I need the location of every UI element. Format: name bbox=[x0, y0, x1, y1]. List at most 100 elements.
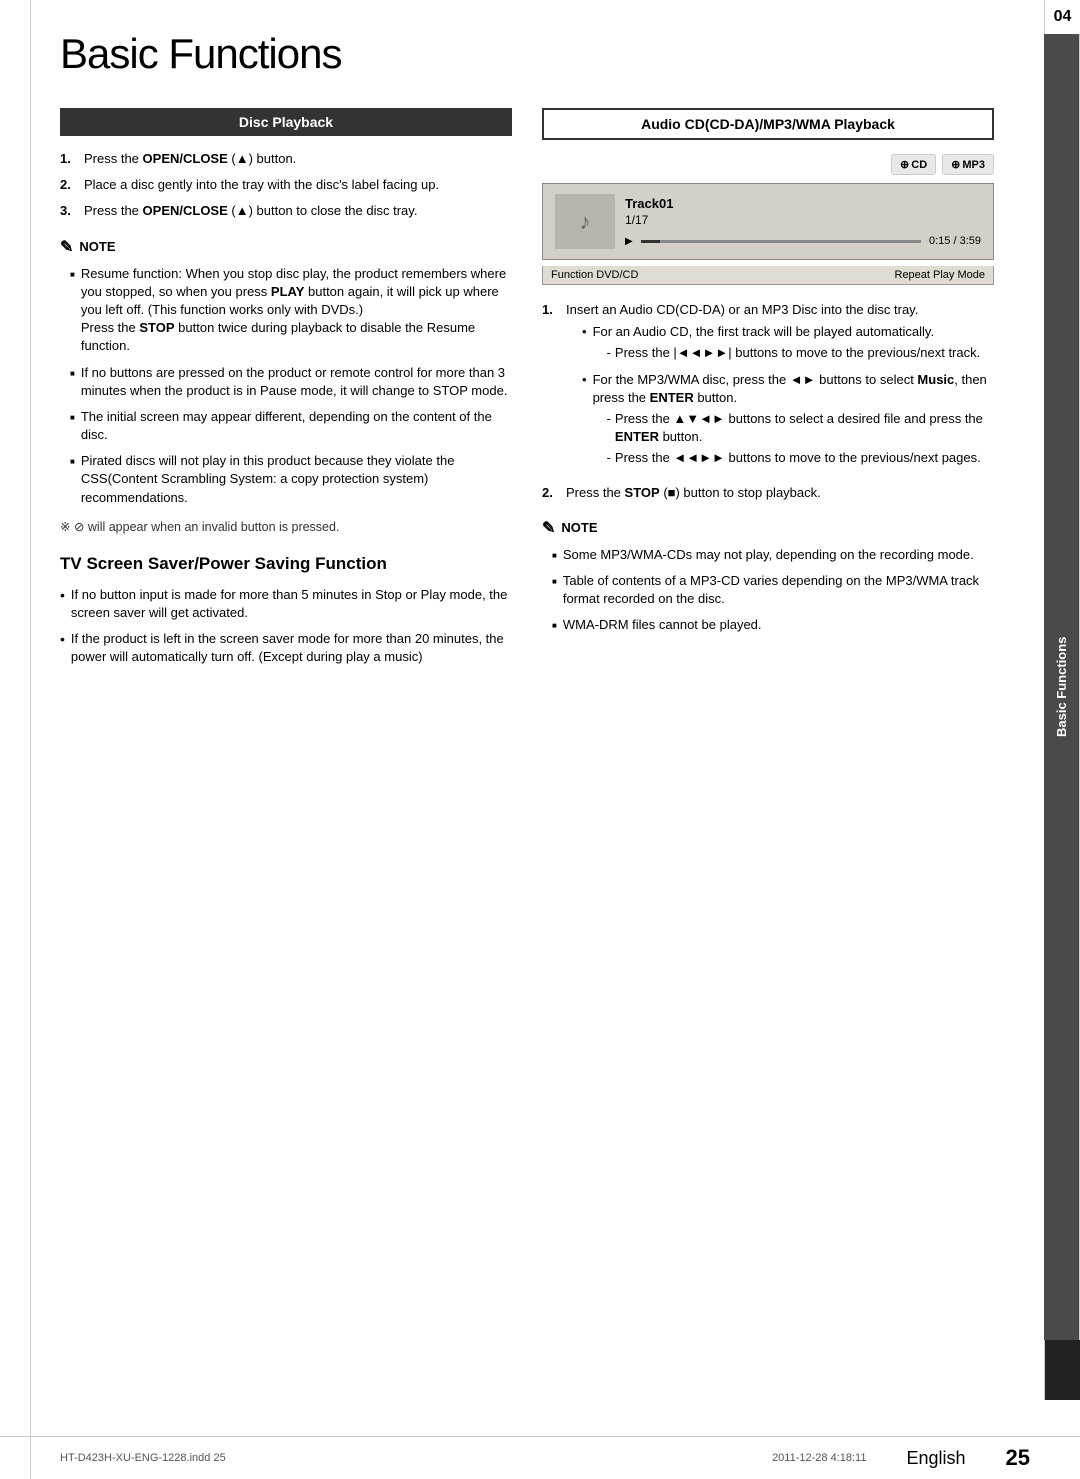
note-list-right: Some MP3/WMA-CDs may not play, depending… bbox=[552, 546, 994, 635]
cd-icon-symbol: ⊕ bbox=[900, 158, 909, 171]
cd-function-label: Function DVD/CD bbox=[551, 269, 638, 281]
cd-display-wrapper: ♪ Track01 1/17 ▶ 0:15 / 3:59 bbox=[542, 183, 994, 285]
left-border bbox=[30, 0, 31, 1479]
cd-icons-row: ⊕ CD ⊕ MP3 bbox=[542, 154, 994, 175]
tv-bullet-2-text: If the product is left in the screen sav… bbox=[71, 630, 512, 666]
cd-icon-label: CD bbox=[911, 159, 927, 171]
audio-step-1-content: Insert an Audio CD(CD-DA) or an MP3 Disc… bbox=[566, 301, 994, 476]
audio-subsub-2: Press the ▲▼◄► buttons to select a desir… bbox=[607, 410, 994, 468]
tv-bullet-1-text: If no button input is made for more than… bbox=[71, 586, 512, 622]
mp3-icon-label: MP3 bbox=[962, 159, 985, 171]
note-item-3: The initial screen may appear different,… bbox=[70, 408, 512, 444]
note-item-4-text: Pirated discs will not play in this prod… bbox=[81, 452, 512, 507]
audio-step-1-subs: For an Audio CD, the first track will be… bbox=[582, 323, 994, 470]
right-column: Audio CD(CD-DA)/MP3/WMA Playback ⊕ CD ⊕ … bbox=[542, 108, 994, 675]
invalid-note: ※ ⊘ will appear when an invalid button i… bbox=[60, 519, 512, 534]
two-column-layout: Disc Playback 1. Press the OPEN/CLOSE (▲… bbox=[60, 108, 994, 675]
audio-subsub-2-text2: Press the ◄◄►► buttons to move to the pr… bbox=[615, 449, 981, 467]
note-item-4: Pirated discs will not play in this prod… bbox=[70, 452, 512, 507]
audio-subsub-1-text: Press the |◄◄►►| buttons to move to the … bbox=[615, 344, 980, 362]
step-2-text: Place a disc gently into the tray with t… bbox=[84, 176, 439, 194]
audio-sub-2-content: For the MP3/WMA disc, press the ◄► butto… bbox=[593, 371, 994, 471]
cd-play-icon: ▶ bbox=[625, 236, 633, 247]
audio-step-2-num: 2. bbox=[542, 484, 560, 502]
audio-steps: 1. Insert an Audio CD(CD-DA) or an MP3 D… bbox=[542, 301, 994, 502]
step-1-text: Press the OPEN/CLOSE (▲) button. bbox=[84, 150, 296, 168]
audio-subsub-1-item: Press the |◄◄►►| buttons to move to the … bbox=[607, 344, 981, 362]
tv-bullet-1: If no button input is made for more than… bbox=[60, 586, 512, 622]
page-wrapper: 04 Basic Functions Basic Functions Disc … bbox=[0, 0, 1080, 1479]
right-note-item-2-text: Table of contents of a MP3-CD varies dep… bbox=[563, 572, 994, 608]
tv-bullet-2: If the product is left in the screen sav… bbox=[60, 630, 512, 666]
audio-sub-1-text: For an Audio CD, the first track will be… bbox=[593, 324, 935, 339]
disc-playback-note: ✎ NOTE Resume function: When you stop di… bbox=[60, 237, 512, 534]
mp3-icon-symbol: ⊕ bbox=[951, 158, 960, 171]
step-3-num: 3. bbox=[60, 202, 78, 220]
note-item-1-text: Resume function: When you stop disc play… bbox=[81, 265, 512, 356]
step-2-num: 2. bbox=[60, 176, 78, 194]
cd-track-name: Track01 bbox=[625, 196, 981, 211]
note-list-left: Resume function: When you stop disc play… bbox=[70, 265, 512, 507]
step-3: 3. Press the OPEN/CLOSE (▲) button to cl… bbox=[60, 202, 512, 220]
audio-subsub-2-text1: Press the ▲▼◄► buttons to select a desir… bbox=[615, 410, 994, 446]
side-tab-decoration bbox=[1044, 1340, 1080, 1400]
note-icon-right: ✎ bbox=[542, 518, 555, 538]
cd-icon: ⊕ CD bbox=[891, 154, 936, 175]
cd-controls-row: Function DVD/CD Repeat Play Mode bbox=[542, 266, 994, 285]
right-note-item-3-text: WMA-DRM files cannot be played. bbox=[563, 616, 762, 634]
audio-note-section: ✎ NOTE Some MP3/WMA-CDs may not play, de… bbox=[542, 518, 994, 635]
page-footer: HT-D423H-XU-ENG-1228.indd 25 2011-12-28 … bbox=[0, 1436, 1080, 1479]
note-label-left: NOTE bbox=[79, 239, 115, 254]
step-1-num: 1. bbox=[60, 150, 78, 168]
note-title-right: ✎ NOTE bbox=[542, 518, 994, 538]
footer-file: HT-D423H-XU-ENG-1228.indd 25 bbox=[60, 1452, 226, 1464]
right-note-item-1: Some MP3/WMA-CDs may not play, depending… bbox=[552, 546, 994, 564]
note-item-2-text: If no buttons are pressed on the product… bbox=[81, 364, 512, 400]
audio-subsub-1: Press the |◄◄►►| buttons to move to the … bbox=[607, 344, 981, 362]
disc-playback-header: Disc Playback bbox=[60, 108, 512, 136]
note-label-right: NOTE bbox=[561, 520, 597, 535]
audio-subsub-2-item2: Press the ◄◄►► buttons to move to the pr… bbox=[607, 449, 994, 467]
audio-step-1-text: Insert an Audio CD(CD-DA) or an MP3 Disc… bbox=[566, 302, 918, 317]
note-item-1: Resume function: When you stop disc play… bbox=[70, 265, 512, 356]
cd-player-display: ♪ Track01 1/17 ▶ 0:15 / 3:59 bbox=[542, 183, 994, 260]
note-item-3-text: The initial screen may appear different,… bbox=[81, 408, 512, 444]
note-title-left: ✎ NOTE bbox=[60, 237, 512, 257]
cd-progress-row: ▶ 0:15 / 3:59 bbox=[625, 235, 981, 247]
cd-track-info: Track01 1/17 ▶ 0:15 / 3:59 bbox=[625, 196, 981, 247]
note-item-2: If no buttons are pressed on the product… bbox=[70, 364, 512, 400]
tv-screen-saver-title: TV Screen Saver/Power Saving Function bbox=[60, 554, 512, 574]
english-label: English bbox=[906, 1448, 965, 1469]
audio-sub-2-text: For the MP3/WMA disc, press the ◄► butto… bbox=[593, 372, 987, 405]
left-column: Disc Playback 1. Press the OPEN/CLOSE (▲… bbox=[60, 108, 512, 675]
cd-note-image: ♪ bbox=[555, 194, 615, 249]
step-3-text: Press the OPEN/CLOSE (▲) button to close… bbox=[84, 202, 417, 220]
right-note-item-2: Table of contents of a MP3-CD varies dep… bbox=[552, 572, 994, 608]
side-tab: 04 Basic Functions bbox=[1044, 0, 1080, 1400]
tv-screen-saver-bullets: If no button input is made for more than… bbox=[60, 586, 512, 667]
disc-playback-steps: 1. Press the OPEN/CLOSE (▲) button. 2. P… bbox=[60, 150, 512, 221]
audio-step-1-num: 1. bbox=[542, 301, 560, 476]
note-icon-left: ✎ bbox=[60, 237, 73, 257]
chapter-number: 04 bbox=[1044, 0, 1080, 34]
audio-playback-header: Audio CD(CD-DA)/MP3/WMA Playback bbox=[542, 108, 994, 140]
audio-sub-1-content: For an Audio CD, the first track will be… bbox=[593, 323, 981, 365]
tv-screen-saver-section: TV Screen Saver/Power Saving Function If… bbox=[60, 554, 512, 667]
page-title: Basic Functions bbox=[60, 30, 994, 78]
page-number: 25 bbox=[1006, 1445, 1030, 1471]
step-2: 2. Place a disc gently into the tray wit… bbox=[60, 176, 512, 194]
cd-progress-bar bbox=[641, 240, 921, 243]
music-note-icon: ♪ bbox=[580, 209, 591, 235]
audio-step-2: 2. Press the STOP (■) button to stop pla… bbox=[542, 484, 994, 502]
right-note-item-3: WMA-DRM files cannot be played. bbox=[552, 616, 994, 634]
cd-progress-fill bbox=[641, 240, 661, 243]
audio-sub-2: For the MP3/WMA disc, press the ◄► butto… bbox=[582, 371, 994, 471]
mp3-icon: ⊕ MP3 bbox=[942, 154, 994, 175]
audio-sub-1: For an Audio CD, the first track will be… bbox=[582, 323, 994, 365]
chapter-label: Basic Functions bbox=[1044, 34, 1080, 1340]
audio-subsub-2-item1: Press the ▲▼◄► buttons to select a desir… bbox=[607, 410, 994, 446]
audio-step-1: 1. Insert an Audio CD(CD-DA) or an MP3 D… bbox=[542, 301, 994, 476]
right-instructions: 1. Insert an Audio CD(CD-DA) or an MP3 D… bbox=[542, 301, 994, 502]
cd-repeat-label: Repeat Play Mode bbox=[895, 269, 986, 281]
right-note-item-1-text: Some MP3/WMA-CDs may not play, depending… bbox=[563, 546, 974, 564]
